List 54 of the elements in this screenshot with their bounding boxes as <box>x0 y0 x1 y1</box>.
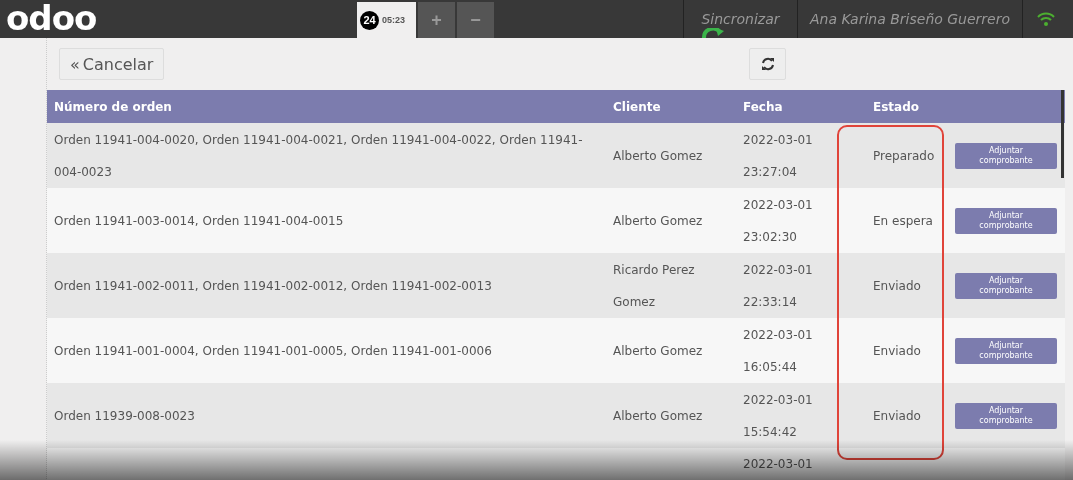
order-time: 05:23 <box>382 15 406 25</box>
order-date: 2022-03-01 <box>743 391 813 409</box>
client-name: Alberto Gomez <box>613 407 703 425</box>
order-date: 2022-03-01 <box>743 261 813 279</box>
column-header: Fecha <box>742 98 784 116</box>
order-date: 2022-03-01 <box>743 456 813 473</box>
add-order-button[interactable]: + <box>418 2 455 38</box>
client-name: Ricardo Perez Gomez <box>613 261 696 311</box>
order-date: 2022-03-01 <box>743 196 813 214</box>
order-status: Enviado <box>873 342 921 360</box>
order-status: Enviado <box>873 277 921 295</box>
scrollbar[interactable] <box>1061 90 1064 178</box>
refresh-button[interactable] <box>749 48 787 80</box>
client-name: Alberto Gomez <box>613 147 703 165</box>
order-status: En espera <box>873 212 933 230</box>
cancel-button[interactable]: « Cancelar <box>59 48 165 80</box>
column-header: Número de orden <box>53 98 173 116</box>
order-numbers: Orden 11941-004-0020, Orden 11941-004-0021, Orden 11941-004-0022, Orden 11941-004-0023 <box>54 131 584 181</box>
remove-order-button[interactable]: − <box>457 2 494 38</box>
order-tab[interactable]: 24 05:23 <box>357 2 416 38</box>
refresh-icon <box>760 57 775 71</box>
attach-receipt-button[interactable]: Adjuntar comprobante <box>955 272 1057 299</box>
order-time: 22:33:14 <box>743 293 798 311</box>
table-row[interactable]: 2022-03-01 <box>47 448 1065 480</box>
user-name: Ana Karina Briseño Guerrero <box>797 0 1023 38</box>
order-time: 16:05:44 <box>743 358 798 376</box>
order-badge: 24 <box>360 10 379 30</box>
order-numbers: Orden 11941-002-0011, Orden 11941-002-0012, Orden 11941-002-0013 <box>54 277 492 295</box>
logo: odoo <box>5 0 98 38</box>
order-numbers: Orden 11941-001-0004, Orden 11941-001-0005, Orden 11941-001-0006 <box>54 342 492 360</box>
client-name: Alberto Gomez <box>613 212 703 230</box>
table-row[interactable]: Orden 11941-002-0011, Orden 11941-002-0012, Orden 11941-002-0013 Ricardo Perez Gomez 2022-03-01 22:33:14 Enviado Adjuntar comprobante <box>47 253 1065 318</box>
sync-icon <box>702 28 724 38</box>
table-row[interactable]: Orden 11941-004-0020, Orden 11941-004-0021, Orden 11941-004-0022, Orden 11941-004-0023 Alberto Gomez 2022-03-01 23:27:04 Preparado Adjuntar comprobante <box>47 123 1065 188</box>
table-row[interactable]: Orden 11941-003-0014, Orden 11941-004-0015 Alberto Gomez 2022-03-01 23:02:30 En espera Adjuntar comprobante <box>47 188 1065 253</box>
order-date: 2022-03-01 <box>743 131 813 149</box>
order-time: 23:27:04 <box>743 163 798 181</box>
order-time: 15:54:42 <box>743 423 798 441</box>
attach-receipt-button[interactable]: Adjuntar comprobante <box>955 337 1057 364</box>
wifi-icon <box>1037 12 1055 26</box>
order-status: Enviado <box>873 407 921 425</box>
client-name: Alberto Gomez <box>613 342 703 360</box>
order-time: 23:02:30 <box>743 228 798 246</box>
order-numbers: Orden 11941-003-0014, Orden 11941-004-0015 <box>54 212 344 230</box>
attach-receipt-button[interactable]: Adjuntar comprobante <box>955 142 1057 169</box>
table-row[interactable]: Orden 11939-008-0023 Alberto Gomez 2022-03-01 15:54:42 Enviado Adjuntar comprobante <box>47 383 1065 448</box>
order-date: 2022-03-01 <box>743 326 813 344</box>
column-header: Estado <box>872 98 920 116</box>
table-row[interactable]: Orden 11941-001-0004, Orden 11941-001-0005, Orden 11941-001-0006 Alberto Gomez 2022-03-01 16:05:44 Enviado Adjuntar comprobante <box>47 318 1065 383</box>
order-status: Preparado <box>873 147 935 165</box>
attach-receipt-button[interactable]: Adjuntar comprobante <box>955 402 1057 429</box>
order-numbers: Orden 11939-008-0023 <box>54 407 195 425</box>
attach-receipt-button[interactable]: Adjuntar comprobante <box>955 207 1057 234</box>
column-header: Cliente <box>612 98 662 116</box>
